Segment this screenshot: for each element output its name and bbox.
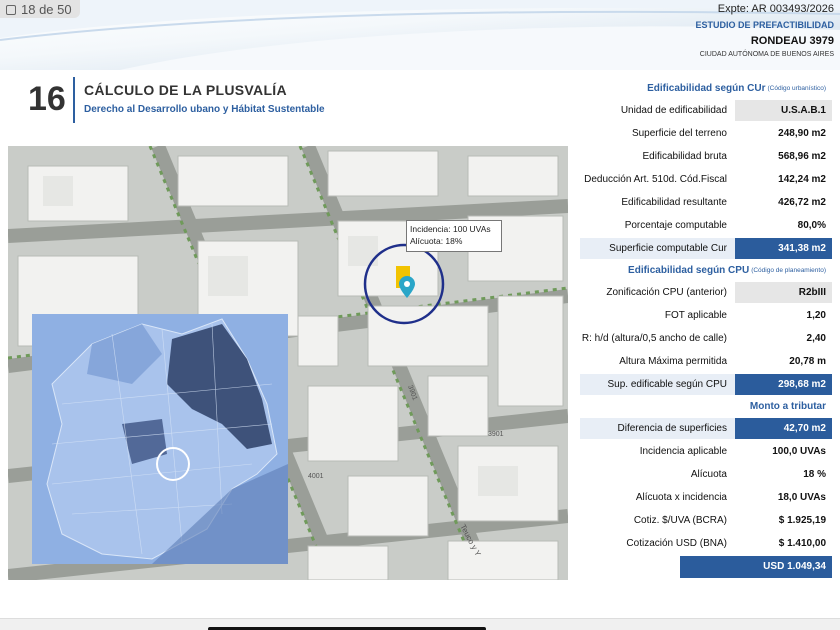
row-value: 18 % [803, 469, 826, 480]
row-value: 2,40 [806, 333, 826, 344]
table-row: Unidad de edificabilidad U.S.A.B.1 [580, 99, 832, 122]
table-row: Alícuota x incidencia 18,0 UVAs [580, 486, 832, 509]
row-label: Altura Máxima permitida [619, 356, 727, 367]
row-value: 18,0 UVAs [777, 492, 826, 503]
row-label: Diferencia de superficies [580, 418, 735, 439]
page-indicator-label: 18 de 50 [21, 2, 72, 17]
tooltip-incidence: Incidencia: 100 UVAs [410, 224, 491, 234]
table-row-highlight: Superficie computable Cur 341,38 m2 [580, 237, 832, 260]
table-row: Porcentaje computable 80,0% [580, 214, 832, 237]
section-header-monto: Monto a tributar [580, 396, 832, 417]
row-value: 20,78 m [789, 356, 826, 367]
row-label: Incidencia aplicable [639, 446, 727, 457]
table-row: Incidencia aplicable 100,0 UVAs [580, 440, 832, 463]
section-divider [73, 77, 75, 123]
row-label: Superficie del terreno [631, 128, 727, 139]
row-label: Edificabilidad resultante [621, 197, 727, 208]
tooltip-alicuota: Alícuota: 18% [410, 236, 463, 246]
table-row: Edificabilidad resultante 426,72 m2 [580, 191, 832, 214]
city-outline-map [32, 314, 288, 564]
row-value: 341,38 m2 [735, 238, 832, 259]
row-label: Deducción Art. 510d. Cód.Fiscal [584, 174, 727, 185]
row-value: 426,72 m2 [778, 197, 826, 208]
row-value: 142,24 m2 [778, 174, 826, 185]
table-row-highlight: Sup. edificable según CPU 298,68 m2 [580, 373, 832, 396]
row-value: 1,20 [806, 310, 826, 321]
header-info: Expte: AR 003493/2026 ESTUDIO DE PREFACT… [695, 3, 834, 58]
row-value: $ 1.925,19 [778, 515, 826, 526]
slide-page: 18 de 50 Expte: AR 003493/2026 ESTUDIO D… [0, 0, 840, 630]
page-indicator[interactable]: 18 de 50 [0, 0, 80, 18]
table-row: Superficie del terreno 248,90 m2 [580, 122, 832, 145]
row-value: 248,90 m2 [778, 128, 826, 139]
row-value: 100,0 UVAs [772, 446, 826, 457]
table-row: Cotización USD (BNA) $ 1.410,00 [580, 532, 832, 555]
street-label: 4001 [308, 473, 324, 480]
table-row: Edificabilidad bruta 568,96 m2 [580, 145, 832, 168]
row-label: Alícuota x incidencia [635, 492, 727, 503]
street-label: 3901 [488, 431, 504, 438]
row-value: 298,68 m2 [735, 374, 832, 395]
property-address: RONDEAU 3979 [750, 35, 834, 47]
study-type: ESTUDIO DE PREFACTIBILIDAD [695, 20, 834, 30]
row-label: FOT aplicable [664, 310, 727, 321]
viewer-bottom-bar [0, 618, 840, 630]
section-title: CÁLCULO DE LA PLUSVALÍA [84, 82, 287, 98]
section-number: 16 [28, 80, 66, 118]
row-label: Unidad de edificabilidad [620, 105, 727, 116]
row-label: Sup. edificable según CPU [580, 374, 735, 395]
row-value: R2bIII [735, 282, 832, 303]
section-header-note: (Código urbanístico) [767, 85, 826, 92]
row-label: Edificabilidad bruta [642, 151, 728, 162]
row-label: Alícuota [690, 469, 727, 480]
table-row: Zonificación CPU (anterior) R2bIII [580, 281, 832, 304]
table-row: R: h/d (altura/0,5 ancho de calle) 2,40 [580, 327, 832, 350]
row-value: 568,96 m2 [778, 151, 826, 162]
table-row-highlight: Diferencia de superficies 42,70 m2 [580, 417, 832, 440]
expediente-number: Expte: AR 003493/2026 [717, 3, 834, 15]
section-header-cur: Edificabilidad según CUr (Código urbanís… [580, 78, 832, 99]
table-row: Cotiz. $/UVA (BCRA) $ 1.925,19 [580, 509, 832, 532]
total-row: USD 1.049,34 [580, 555, 832, 578]
map-tooltip: Incidencia: 100 UVAs Alícuota: 18% [406, 220, 502, 252]
row-label: Porcentaje computable [624, 220, 727, 231]
city-location-inset-map [32, 314, 288, 564]
section-header-title: Edificabilidad según CPU [628, 265, 750, 276]
row-label: Zonificación CPU (anterior) [606, 287, 727, 298]
section-header-cpu: Edificabilidad según CPU (Código de plan… [580, 260, 832, 281]
table-row: FOT aplicable 1,20 [580, 304, 832, 327]
section-header-title: Monto a tributar [749, 401, 826, 412]
row-label: Cotiz. $/UVA (BCRA) [633, 515, 727, 526]
page-thumbnail-icon [6, 4, 16, 15]
row-value: U.S.A.B.1 [735, 100, 832, 121]
row-value: 80,0% [797, 220, 826, 231]
city-name: CIUDAD AUTÓNOMA DE BUENOS AIRES [699, 51, 834, 58]
section-header-title: Edificabilidad según CUr [647, 83, 766, 94]
table-row: Altura Máxima permitida 20,78 m [580, 350, 832, 373]
section-header-note: (Código de planeamiento) [751, 267, 826, 274]
row-label: Superficie computable Cur [580, 238, 735, 259]
row-label: R: h/d (altura/0,5 ancho de calle) [581, 333, 727, 344]
row-label: Cotización USD (BNA) [626, 538, 727, 549]
total-value: USD 1.049,34 [680, 555, 832, 578]
location-pin-icon[interactable] [399, 276, 415, 300]
section-subtitle: Derecho al Desarrollo ubano y Hábitat Su… [84, 104, 325, 115]
plusvalia-table: Edificabilidad según CUr (Código urbanís… [580, 78, 832, 578]
row-value: $ 1.410,00 [778, 538, 826, 549]
row-value: 42,70 m2 [735, 418, 832, 439]
table-row: Deducción Art. 510d. Cód.Fiscal 142,24 m2 [580, 168, 832, 191]
table-row: Alícuota 18 % [580, 463, 832, 486]
